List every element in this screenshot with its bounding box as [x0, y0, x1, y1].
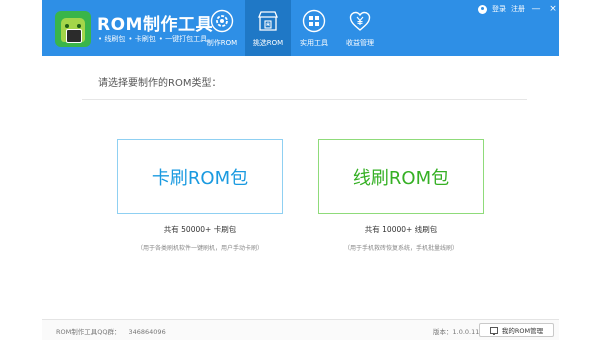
yen-heart-icon [347, 8, 373, 34]
user-icon [478, 4, 487, 14]
android-logo-icon [55, 11, 91, 47]
app-title: ROM制作工具 [97, 15, 213, 35]
card-flash-description: （用于各类刷机软件一键刷机，用户手动卡刷） [136, 245, 263, 252]
store-icon [255, 8, 281, 34]
tab-label: 挑选ROM [252, 39, 284, 47]
tab-label: 收益管理 [346, 39, 374, 47]
my-rom-manager-button[interactable]: 我的ROM管理 [479, 323, 554, 337]
tab-tools[interactable]: 实用工具 [291, 0, 337, 56]
minimize-button[interactable]: — [530, 4, 542, 14]
qq-group-info: ROM制作工具QQ群： 346864096 [56, 326, 166, 336]
card-flash-rom-button[interactable]: 卡刷ROM包 [117, 139, 283, 214]
rom-type-prompt: 请选择要制作的ROM类型： [98, 78, 222, 89]
line-flash-description: （用于手机救砖恢复系统，手机批量线刷） [343, 245, 458, 252]
feature-list: • 线刷包 • 卡刷包 • 一键打包工具 [98, 34, 207, 44]
tab-label: 制作ROM [206, 39, 238, 47]
gear-icon [209, 8, 235, 34]
app-window: ROM制作工具 • 线刷包 • 卡刷包 • 一键打包工具 制作ROM 挑选ROM [42, 0, 559, 340]
tab-pick-rom[interactable]: 挑选ROM [245, 0, 291, 56]
qq-group-number: 346864096 [128, 328, 166, 336]
close-button[interactable]: × [547, 4, 559, 14]
my-rom-label: 我的ROM管理 [501, 327, 544, 335]
monitor-icon [489, 326, 498, 335]
tab-revenue[interactable]: 收益管理 [337, 0, 383, 56]
feature-item: • 卡刷包 [128, 35, 156, 43]
version-label: 版本：1.0.0.11 [433, 328, 480, 336]
status-bar: ROM制作工具QQ群： 346864096 版本：1.0.0.11 我的ROM管理 [42, 319, 559, 340]
tab-make-rom[interactable]: 制作ROM [199, 0, 245, 56]
feature-item: • 线刷包 [98, 35, 126, 43]
card-flash-count: 共有 50000+ 卡刷包 [163, 225, 237, 234]
qq-group-label: ROM制作工具QQ群： [56, 328, 121, 336]
line-flash-rom-button[interactable]: 线刷ROM包 [318, 139, 484, 214]
divider [82, 99, 527, 100]
tab-label: 实用工具 [300, 39, 328, 47]
header-bar: ROM制作工具 • 线刷包 • 卡刷包 • 一键打包工具 制作ROM 挑选ROM [42, 0, 559, 56]
main-nav: 制作ROM 挑选ROM 实用工具 收益管理 [199, 0, 383, 56]
register-link[interactable]: 注册 [511, 4, 525, 14]
window-controls: 登录 注册 — × [478, 4, 559, 14]
line-flash-count: 共有 10000+ 线刷包 [364, 225, 438, 234]
grid-icon [301, 8, 327, 34]
login-link[interactable]: 登录 [492, 4, 506, 14]
